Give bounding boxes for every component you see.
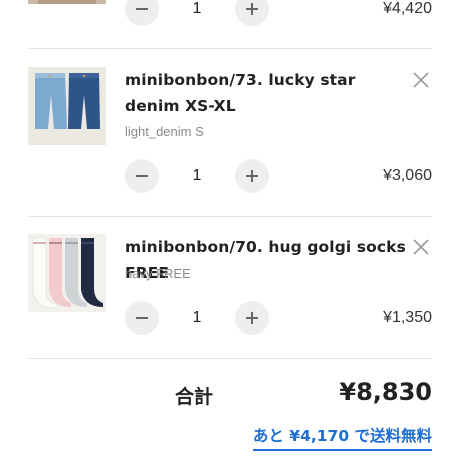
product-image[interactable] (28, 234, 106, 312)
close-icon (413, 239, 429, 255)
quantity-value[interactable]: 1 (159, 301, 235, 335)
increase-quantity-button[interactable] (235, 301, 269, 335)
item-price: ¥1,350 (383, 309, 432, 326)
total-label: 合計 (175, 386, 214, 408)
total-value: ¥8,830 (339, 378, 432, 406)
socks-image (28, 234, 106, 312)
decrease-quantity-button[interactable] (125, 301, 159, 335)
cart-item: minibonbon/70. hug golgi socks FREE navy… (28, 0, 432, 358)
quantity-stepper: 1 (125, 301, 273, 335)
plus-icon (246, 312, 258, 324)
remove-item-button[interactable] (410, 236, 432, 258)
free-shipping-link[interactable]: あと ¥4,170 で送料無料 (252, 424, 432, 451)
divider (28, 358, 432, 359)
minus-icon (136, 317, 148, 319)
product-variant: navy FREE (125, 266, 191, 281)
